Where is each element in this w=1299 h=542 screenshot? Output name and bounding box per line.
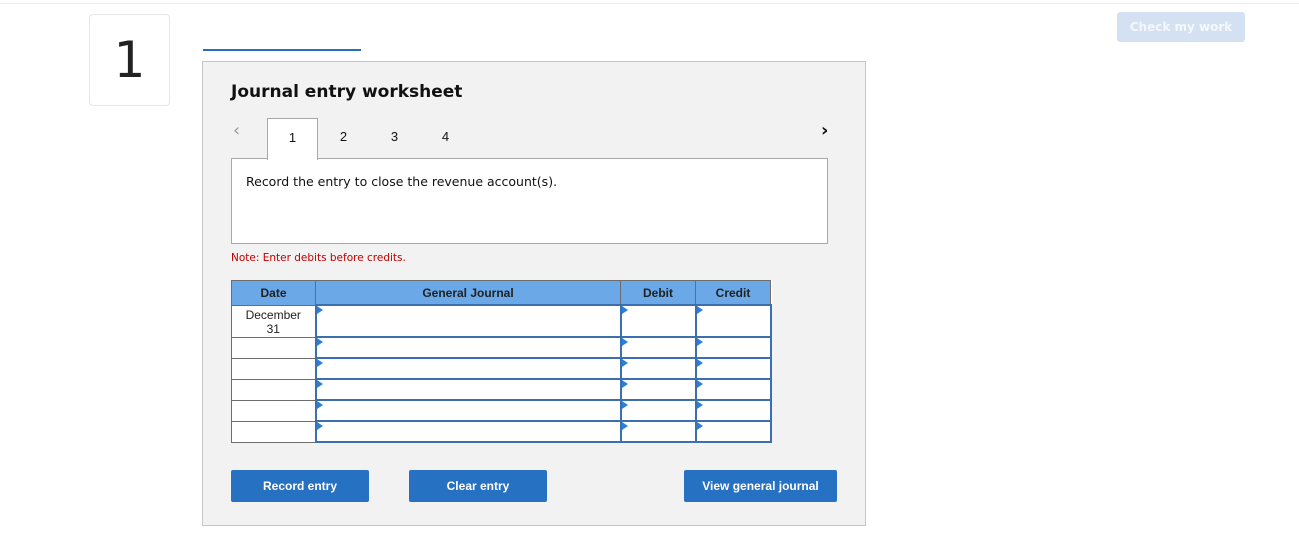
tab-entry-1[interactable]: 1 xyxy=(267,118,318,160)
dropdown-indicator-icon xyxy=(696,401,703,409)
dropdown-indicator-icon xyxy=(696,306,703,314)
date-cell: December 31 xyxy=(231,304,316,338)
dropdown-indicator-icon xyxy=(316,380,323,388)
debit-input[interactable] xyxy=(619,399,697,422)
credit-input[interactable] xyxy=(694,336,772,359)
table-row xyxy=(231,378,772,401)
date-cell xyxy=(231,420,316,443)
credit-input[interactable] xyxy=(694,378,772,401)
credit-input[interactable] xyxy=(694,304,772,338)
table-row xyxy=(231,399,772,422)
instruction-text: Record the entry to close the revenue ac… xyxy=(246,174,558,189)
entry-tabs: 1 2 3 4 xyxy=(267,118,471,160)
credit-input[interactable] xyxy=(694,357,772,380)
dropdown-indicator-icon xyxy=(621,422,628,430)
question-number-badge: 1 xyxy=(89,14,170,106)
tab-entry-3[interactable]: 3 xyxy=(369,118,420,159)
account-input[interactable] xyxy=(314,420,622,443)
dropdown-indicator-icon xyxy=(621,401,628,409)
account-input[interactable] xyxy=(314,378,622,401)
credit-input[interactable] xyxy=(694,399,772,422)
tab-label: 3 xyxy=(390,129,399,144)
record-entry-button[interactable]: Record entry xyxy=(231,470,369,502)
view-general-journal-button[interactable]: View general journal xyxy=(684,470,837,502)
note-text: Note: Enter debits before credits. xyxy=(231,252,406,264)
tab-entry-4[interactable]: 4 xyxy=(420,118,471,159)
dropdown-indicator-icon xyxy=(316,401,323,409)
chevron-left-icon[interactable]: ‹ xyxy=(233,120,240,141)
dropdown-indicator-icon xyxy=(316,306,323,314)
dropdown-indicator-icon xyxy=(621,306,628,314)
table-row xyxy=(231,336,772,359)
worksheet-title: Journal entry worksheet xyxy=(231,82,463,102)
column-header-date: Date xyxy=(231,280,316,306)
journal-table: Date General Journal Debit Credit Decemb… xyxy=(231,280,772,443)
table-row xyxy=(231,420,772,443)
dropdown-indicator-icon xyxy=(316,359,323,367)
column-header-debit: Debit xyxy=(620,280,696,306)
date-cell xyxy=(231,399,316,422)
dropdown-indicator-icon xyxy=(621,338,628,346)
account-input[interactable] xyxy=(314,357,622,380)
column-header-general-journal: General Journal xyxy=(315,280,621,306)
dropdown-indicator-icon xyxy=(621,380,628,388)
table-row xyxy=(231,357,772,380)
date-cell xyxy=(231,336,316,359)
dropdown-indicator-icon xyxy=(316,422,323,430)
account-input[interactable] xyxy=(314,336,622,359)
question-number: 1 xyxy=(113,31,146,89)
dropdown-indicator-icon xyxy=(316,338,323,346)
clear-entry-button[interactable]: Clear entry xyxy=(409,470,547,502)
dropdown-indicator-icon xyxy=(696,380,703,388)
check-my-work-button[interactable]: Check my work xyxy=(1117,12,1245,42)
tab-label: 4 xyxy=(441,129,450,144)
journal-entry-worksheet-panel: Journal entry worksheet ‹ 1 2 3 4 › Reco… xyxy=(202,61,866,526)
top-divider xyxy=(0,3,1299,4)
debit-input[interactable] xyxy=(619,336,697,359)
debit-input[interactable] xyxy=(619,420,697,443)
tab-label: 1 xyxy=(288,130,297,145)
credit-input[interactable] xyxy=(694,420,772,443)
chevron-right-icon[interactable]: › xyxy=(821,120,828,141)
top-link-underline xyxy=(203,49,361,51)
debit-input[interactable] xyxy=(619,304,697,338)
account-input[interactable] xyxy=(314,304,622,338)
table-row: December 31 xyxy=(231,304,772,338)
dropdown-indicator-icon xyxy=(696,422,703,430)
account-input[interactable] xyxy=(314,399,622,422)
tab-entry-2[interactable]: 2 xyxy=(318,118,369,159)
tab-label: 2 xyxy=(339,129,348,144)
dropdown-indicator-icon xyxy=(696,338,703,346)
debit-input[interactable] xyxy=(619,357,697,380)
date-cell xyxy=(231,357,316,380)
journal-header-row: Date General Journal Debit Credit xyxy=(231,280,771,306)
dropdown-indicator-icon xyxy=(696,359,703,367)
debit-input[interactable] xyxy=(619,378,697,401)
column-header-credit: Credit xyxy=(695,280,771,306)
instruction-box: Record the entry to close the revenue ac… xyxy=(231,158,828,244)
dropdown-indicator-icon xyxy=(621,359,628,367)
date-cell xyxy=(231,378,316,401)
